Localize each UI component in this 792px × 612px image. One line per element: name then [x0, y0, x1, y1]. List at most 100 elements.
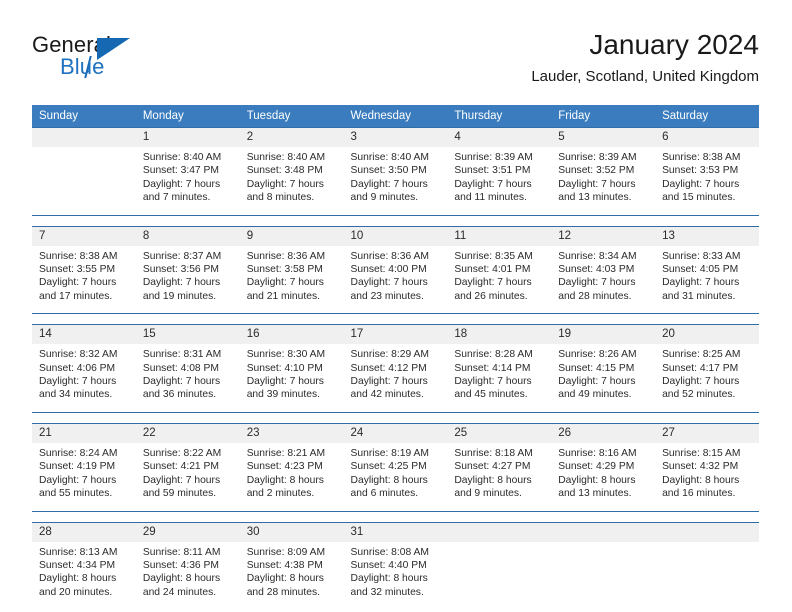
- sunset-text: Sunset: 4:38 PM: [246, 559, 323, 571]
- daylight-text-line1: Daylight: 7 hours: [454, 277, 532, 289]
- calendar-grid: Sunday Monday Tuesday Wednesday Thursday Frid…: [32, 105, 759, 610]
- calendar-day-cell[interactable]: 25 Sunrise: 8:18 AM Sunset: 4:27 PM Dayligh…: [447, 422, 552, 511]
- daylight-text-line2: and 36 minutes.: [142, 389, 217, 401]
- calendar-day-cell[interactable]: 10 Sunrise: 8:36 AM Sunset: 4:00 PM Dayligh…: [343, 225, 448, 314]
- calendar-day-cell[interactable]: 28 Sunrise: 8:13 AM Sunset: 4:34 PM Dayligh…: [32, 521, 136, 610]
- week-row-spacer-cell: [343, 411, 448, 424]
- calendar-week-row: 21 Sunrise: 8:24 AM Sunset: 4:19 PM Dayligh…: [32, 422, 759, 511]
- daylight-text-line2: and 32 minutes.: [350, 586, 424, 598]
- calendar-day-cell[interactable]: 11 Sunrise: 8:35 AM Sunset: 4:01 PM Dayligh…: [447, 225, 552, 314]
- sunset-text: Sunset: 4:12 PM: [350, 362, 427, 374]
- daylight-text-line1: Daylight: 7 hours: [39, 376, 117, 388]
- weekday-header-saturday: Saturday: [655, 105, 759, 128]
- sunrise-text: Sunrise: 8:16 AM: [558, 447, 637, 459]
- calendar-day-cell[interactable]: 9 Sunrise: 8:36 AM Sunset: 3:58 PM Daylight…: [239, 225, 344, 314]
- calendar-day-cell[interactable]: 12 Sunrise: 8:34 AM Sunset: 4:03 PM Dayligh…: [551, 225, 656, 314]
- calendar-day-cell[interactable]: 7 Sunrise: 8:38 AM Sunset: 3:55 PM Daylight…: [32, 225, 136, 314]
- week-row-spacer-cell: [447, 510, 552, 522]
- daylight-text-line2: and 19 minutes.: [142, 290, 217, 302]
- week-row-spacer-cell: [343, 214, 448, 227]
- day-number: 13: [655, 226, 759, 246]
- sunrise-text: Sunrise: 8:15 AM: [662, 447, 741, 459]
- calendar-table: Sunday Monday Tuesday Wednesday Thursday Frid…: [32, 105, 759, 610]
- daylight-text-line1: Daylight: 7 hours: [246, 277, 324, 289]
- day-sun-info: Sunrise: 8:40 AM Sunset: 3:48 PM Daylight:…: [240, 147, 344, 215]
- day-number: 4: [447, 128, 552, 147]
- day-number: 15: [135, 325, 240, 345]
- day-sun-info: Sunrise: 8:38 AM Sunset: 3:55 PM Daylight:…: [32, 246, 136, 314]
- daylight-text-line2: and 45 minutes.: [454, 389, 528, 401]
- day-sun-info: Sunrise: 8:36 AM Sunset: 3:58 PM Daylight:…: [240, 246, 344, 314]
- calendar-day-cell[interactable]: 20 Sunrise: 8:25 AM Sunset: 4:17 PM Dayligh…: [655, 324, 759, 413]
- sunset-text: Sunset: 3:48 PM: [246, 165, 323, 177]
- daylight-text-line1: Daylight: 7 hours: [350, 178, 428, 190]
- general-blue-logo: General Blue: [32, 32, 212, 88]
- sunrise-text: Sunrise: 8:28 AM: [454, 349, 533, 361]
- calendar-day-cell[interactable]: 8 Sunrise: 8:37 AM Sunset: 3:56 PM Daylight…: [135, 225, 240, 314]
- calendar-day-cell[interactable]: 29 Sunrise: 8:11 AM Sunset: 4:36 PM Dayligh…: [135, 521, 240, 610]
- sunrise-text: Sunrise: 8:35 AM: [454, 250, 533, 262]
- sunrise-text: Sunrise: 8:38 AM: [39, 250, 118, 262]
- calendar-day-cell[interactable]: 24 Sunrise: 8:19 AM Sunset: 4:25 PM Dayligh…: [343, 422, 448, 511]
- calendar-day-cell[interactable]: 4 Sunrise: 8:39 AM Sunset: 3:51 PM Daylight…: [447, 127, 552, 216]
- calendar-day-cell[interactable]: 15 Sunrise: 8:31 AM Sunset: 4:08 PM Dayligh…: [135, 324, 240, 413]
- daylight-text-line2: and 28 minutes.: [558, 290, 632, 302]
- week-row-spacer-cell: [239, 510, 344, 522]
- day-sun-info: Sunrise: 8:13 AM Sunset: 4:34 PM Daylight:…: [32, 542, 136, 610]
- calendar-week-row: 28 Sunrise: 8:13 AM Sunset: 4:34 PM Dayligh…: [32, 521, 759, 610]
- day-sun-info: Sunrise: 8:19 AM Sunset: 4:25 PM Daylight:…: [344, 443, 448, 511]
- week-row-spacer-cell: [447, 313, 552, 325]
- calendar-day-cell[interactable]: 13 Sunrise: 8:33 AM Sunset: 4:05 PM Dayligh…: [655, 225, 759, 314]
- sunset-text: Sunset: 4:36 PM: [142, 559, 219, 571]
- daylight-text-line1: Daylight: 8 hours: [246, 474, 324, 486]
- daylight-text-line1: Daylight: 7 hours: [662, 376, 740, 388]
- sunset-text: Sunset: 4:17 PM: [662, 362, 739, 374]
- calendar-day-cell[interactable]: 22 Sunrise: 8:22 AM Sunset: 4:21 PM Dayligh…: [135, 422, 240, 511]
- calendar-day-cell[interactable]: 19 Sunrise: 8:26 AM Sunset: 4:15 PM Dayligh…: [551, 324, 656, 413]
- calendar-day-cell[interactable]: 17 Sunrise: 8:29 AM Sunset: 4:12 PM Dayligh…: [343, 324, 448, 413]
- sunset-text: Sunset: 4:27 PM: [454, 461, 531, 473]
- calendar-day-cell[interactable]: 21 Sunrise: 8:24 AM Sunset: 4:19 PM Dayligh…: [32, 422, 136, 511]
- sunset-text: Sunset: 3:58 PM: [246, 264, 323, 276]
- calendar-day-cell[interactable]: 6 Sunrise: 8:38 AM Sunset: 3:53 PM Daylight…: [655, 127, 759, 216]
- day-number: 27: [655, 423, 759, 443]
- week-row-spacer-cell: [655, 510, 759, 522]
- sunset-text: Sunset: 4:40 PM: [350, 559, 427, 571]
- daylight-text-line1: Daylight: 7 hours: [39, 277, 117, 289]
- sunrise-text: Sunrise: 8:38 AM: [662, 152, 741, 163]
- day-sun-info: Sunrise: 8:26 AM Sunset: 4:15 PM Daylight:…: [551, 344, 655, 412]
- day-sun-info: Sunrise: 8:35 AM Sunset: 4:01 PM Daylight:…: [447, 246, 551, 314]
- calendar-day-cell[interactable]: 30 Sunrise: 8:09 AM Sunset: 4:38 PM Dayligh…: [239, 521, 344, 610]
- day-number: 10: [343, 226, 448, 246]
- calendar-day-cell[interactable]: 1 Sunrise: 8:40 AM Sunset: 3:47 PM Daylight…: [135, 127, 240, 216]
- calendar-day-cell[interactable]: 23 Sunrise: 8:21 AM Sunset: 4:23 PM Dayligh…: [239, 422, 344, 511]
- calendar-day-cell[interactable]: 3 Sunrise: 8:40 AM Sunset: 3:50 PM Daylight…: [343, 127, 448, 216]
- day-sun-info: Sunrise: 8:32 AM Sunset: 4:06 PM Daylight:…: [32, 344, 136, 412]
- calendar-day-cell[interactable]: 16 Sunrise: 8:30 AM Sunset: 4:10 PM Dayligh…: [239, 324, 344, 413]
- calendar-day-cell[interactable]: 5 Sunrise: 8:39 AM Sunset: 3:52 PM Daylight…: [551, 127, 656, 216]
- daylight-text-line2: and 52 minutes.: [662, 389, 736, 401]
- daylight-text-line1: Daylight: 8 hours: [142, 573, 221, 585]
- calendar-day-cell[interactable]: 2 Sunrise: 8:40 AM Sunset: 3:48 PM Daylight…: [239, 127, 344, 216]
- calendar-day-cell[interactable]: 14 Sunrise: 8:32 AM Sunset: 4:06 PM Dayligh…: [32, 324, 136, 413]
- sunset-text: Sunset: 4:21 PM: [142, 461, 219, 473]
- daylight-text-line2: and 26 minutes.: [454, 290, 528, 302]
- weekday-header-row: Sunday Monday Tuesday Wednesday Thursday Frid…: [32, 105, 759, 128]
- daylight-text-line1: Daylight: 8 hours: [246, 573, 324, 585]
- sunrise-text: Sunrise: 8:34 AM: [558, 250, 637, 262]
- week-row-spacer-cell: [135, 510, 240, 522]
- daylight-text-line1: Daylight: 8 hours: [454, 474, 532, 486]
- calendar-day-cell[interactable]: 18 Sunrise: 8:28 AM Sunset: 4:14 PM Dayligh…: [447, 324, 552, 413]
- week-row-spacer-cell: [32, 411, 136, 424]
- calendar-day-cell[interactable]: 31 Sunrise: 8:08 AM Sunset: 4:40 PM Dayligh…: [343, 521, 448, 610]
- calendar-day-cell[interactable]: 26 Sunrise: 8:16 AM Sunset: 4:29 PM Dayligh…: [551, 422, 656, 511]
- day-number: 1: [135, 128, 240, 147]
- day-number: 25: [447, 423, 552, 443]
- day-sun-info: Sunrise: 8:40 AM Sunset: 3:50 PM Daylight:…: [344, 147, 448, 215]
- sunset-text: Sunset: 4:25 PM: [350, 461, 427, 473]
- calendar-day-cell[interactable]: 27 Sunrise: 8:15 AM Sunset: 4:32 PM Dayligh…: [655, 422, 759, 511]
- daylight-text-line2: and 34 minutes.: [39, 389, 113, 401]
- week-row-spacer-cell: [655, 313, 759, 325]
- daylight-text-line2: and 17 minutes.: [39, 290, 113, 302]
- sunrise-text: Sunrise: 8:24 AM: [39, 447, 118, 459]
